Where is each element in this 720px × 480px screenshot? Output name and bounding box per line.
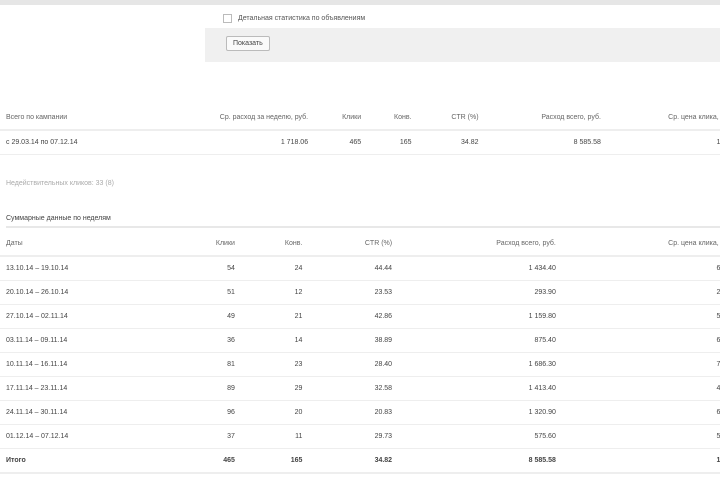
cell: 8 585.58 [398, 448, 562, 474]
cell: 23.45 [561, 280, 720, 305]
table-row: 03.11.14 – 09.11.14361438.89875.4062.53 [0, 328, 720, 353]
cell: 73.32 [561, 352, 720, 377]
cell: 1 320.90 [398, 400, 562, 425]
cell: 36 [169, 328, 241, 353]
cell: 52.33 [561, 424, 720, 449]
cell: 21 [240, 304, 309, 329]
cell: Конв. [367, 106, 418, 131]
cell: 03.11.14 – 09.11.14 [0, 328, 170, 353]
cell: 37 [169, 424, 241, 449]
cell: 96 [169, 400, 241, 425]
weekly-table: Даты Клики Конв. CTR (%) Расход всего, руб. С… [0, 232, 720, 474]
cell: 18.45 [561, 448, 720, 474]
cell: 01.12.14 – 07.12.14 [0, 424, 170, 449]
detail-stats-option[interactable]: Детальная статистика по объявлениям [205, 8, 720, 28]
cell: 28.40 [308, 352, 399, 377]
cell: 13.10.14 – 19.10.14 [0, 256, 170, 281]
table-row: с 29.03.14 по 07.12.14 1 718.06 465 165 34.8… [0, 130, 720, 155]
cell: 51 [169, 280, 241, 305]
cell: 20.10.14 – 26.10.14 [0, 280, 170, 305]
cell: 575.60 [398, 424, 562, 449]
cell: CTR (%) [308, 232, 399, 257]
cell: 49 [169, 304, 241, 329]
cell: 32.58 [308, 376, 399, 401]
cell: Расход всего, руб. [484, 106, 607, 131]
cell: 24.11.14 – 30.11.14 [0, 400, 170, 425]
cell: 60.06 [561, 256, 720, 281]
cell: 293.90 [398, 280, 562, 305]
table-row: 01.12.14 – 07.12.14371129.73575.6052.33 [0, 424, 720, 449]
cell: 89 [169, 376, 241, 401]
cell: 1 718.06 [142, 130, 315, 155]
cell: 20.83 [308, 400, 399, 425]
cell: 18.45 [606, 130, 720, 155]
cell: 1 413.40 [398, 376, 562, 401]
table-row: 17.11.14 – 23.11.14892932.581 413.4048.7… [0, 376, 720, 401]
cell: Ср. цена клика, руб. [561, 232, 720, 257]
cell: 11 [240, 424, 309, 449]
cell: 23 [240, 352, 309, 377]
cell: 8 585.58 [484, 130, 607, 155]
table-row: 13.10.14 – 19.10.14542444.441 434.4060.0… [0, 256, 720, 281]
table-row: 24.11.14 – 30.11.14962020.831 320.9066.0… [0, 400, 720, 425]
cell: Ср. расход за неделю, руб. [142, 106, 315, 131]
detail-stats-checkbox[interactable] [223, 13, 232, 23]
cell: Расход всего, руб. [398, 232, 562, 257]
cell: 29 [240, 376, 309, 401]
cell: 23.53 [308, 280, 399, 305]
cell: 24 [240, 256, 309, 281]
cell: 165 [367, 130, 418, 155]
cell: 1 434.40 [398, 256, 562, 281]
cell: 1 159.80 [398, 304, 562, 329]
cell: с 29.03.14 по 07.12.14 [0, 130, 143, 155]
cell: 42.86 [308, 304, 399, 329]
cell: Даты [0, 232, 170, 257]
table-row: 10.11.14 – 16.11.14812328.401 686.3073.3… [0, 352, 720, 377]
cell: Клики [169, 232, 241, 257]
campaign-summary-table: Всего по кампании Ср. расход за неделю, р… [0, 106, 720, 155]
cell: Клики [314, 106, 368, 131]
cell: 81 [169, 352, 241, 377]
cell: 29.73 [308, 424, 399, 449]
cell: 1 686.30 [398, 352, 562, 377]
table-header: Даты Клики Конв. CTR (%) Расход всего, руб. С… [0, 232, 720, 257]
table-header: Всего по кампании Ср. расход за неделю, р… [0, 106, 720, 131]
cell: 10.11.14 – 16.11.14 [0, 352, 170, 377]
cell: 17.11.14 – 23.11.14 [0, 376, 170, 401]
weekly-section-title: Суммарные данные по неделям [6, 215, 720, 228]
table-row: 27.10.14 – 02.11.14492142.861 159.8055.2… [0, 304, 720, 329]
checkbox-label: Детальная статистика по объявлениям [238, 14, 366, 22]
cell: CTR (%) [417, 106, 485, 131]
invalid-clicks-note: Недействительных кликов: 33 (8) [6, 180, 114, 187]
cell: 34.82 [308, 448, 399, 474]
cell: Ср. цена клика, руб. [606, 106, 720, 131]
cell: 54 [169, 256, 241, 281]
options-panel: Детальная статистика по объявлениям Пока… [205, 8, 720, 62]
cell: Конв. [240, 232, 309, 257]
cell: 38.89 [308, 328, 399, 353]
cell: 44.44 [308, 256, 399, 281]
table-row: 20.10.14 – 26.10.14511223.53293.9023.45 [0, 280, 720, 305]
cell: 20 [240, 400, 309, 425]
cell: 66.05 [561, 400, 720, 425]
top-bar [0, 0, 720, 5]
cell: 165 [240, 448, 309, 474]
cell: 14 [240, 328, 309, 353]
total-row: Итого46516534.828 585.5818.45 [0, 448, 720, 474]
cell: 27.10.14 – 02.11.14 [0, 304, 170, 329]
cell: 12 [240, 280, 309, 305]
cell: 62.53 [561, 328, 720, 353]
cell: 55.23 [561, 304, 720, 329]
cell: 465 [314, 130, 368, 155]
cell: Всего по кампании [0, 106, 143, 131]
cell: 34.82 [417, 130, 485, 155]
cell: 875.40 [398, 328, 562, 353]
cell: 465 [169, 448, 241, 474]
show-button[interactable]: Показать [226, 36, 270, 51]
cell: 48.74 [561, 376, 720, 401]
cell: Итого [0, 448, 170, 474]
